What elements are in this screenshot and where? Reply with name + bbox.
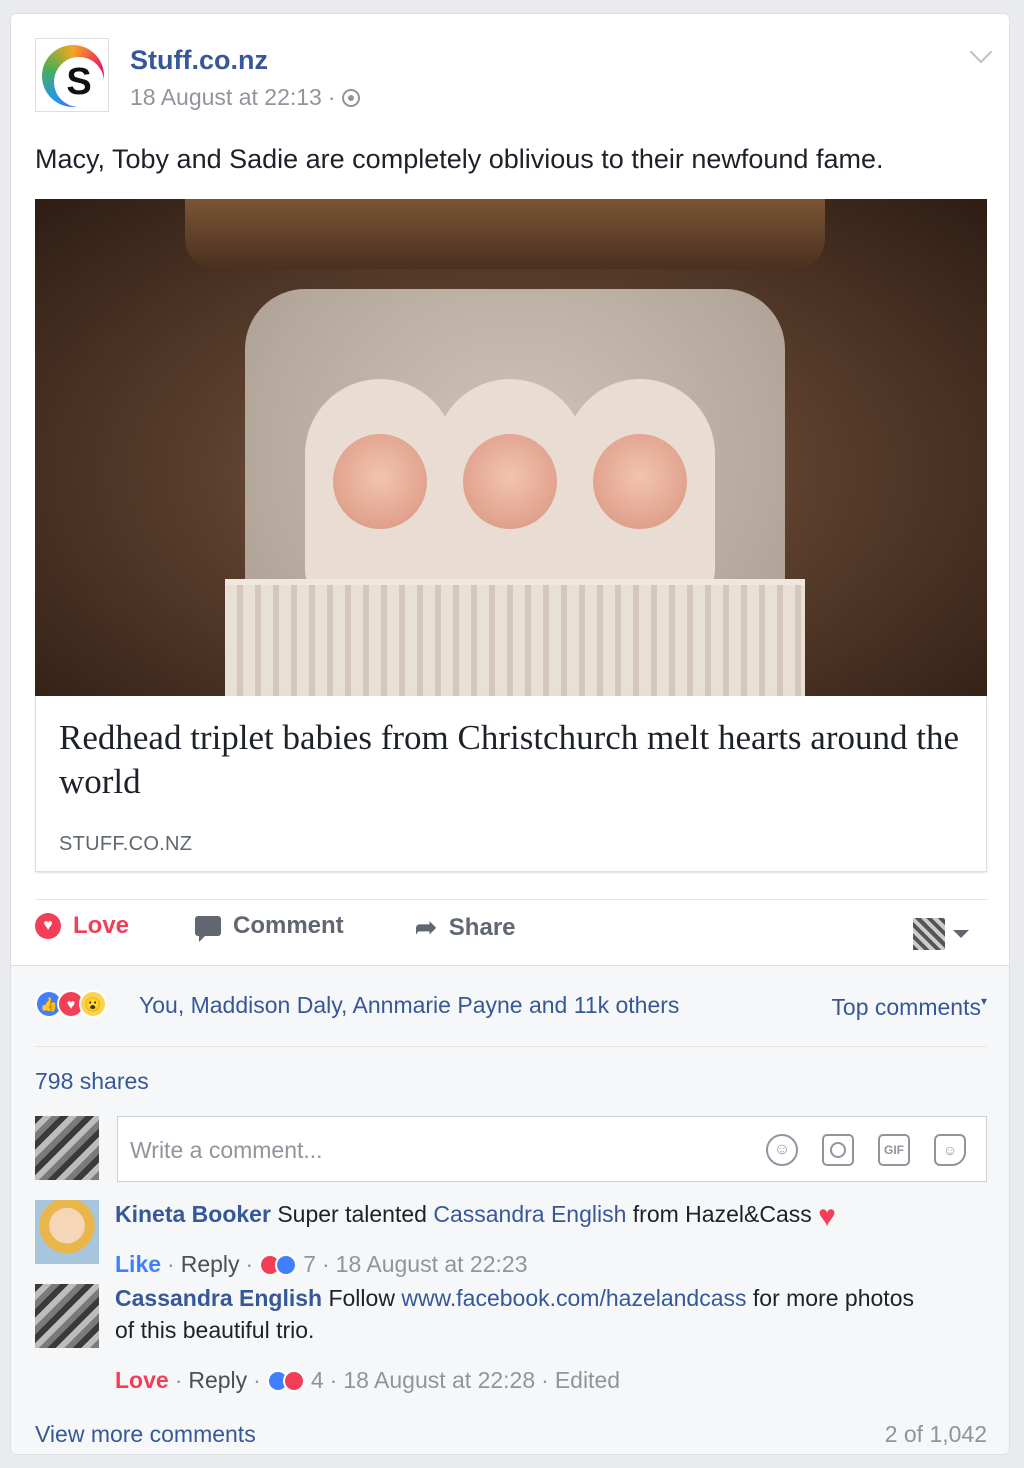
baby-right bbox=[565, 379, 715, 609]
comment-composer[interactable]: ☺ GIF ☺ bbox=[117, 1116, 987, 1182]
page-name[interactable]: Stuff.co.nz bbox=[130, 45, 268, 76]
comment-button[interactable]: Comment bbox=[195, 912, 344, 942]
comment-body: Cassandra English Follow www.facebook.co… bbox=[115, 1282, 935, 1346]
commenter-avatar[interactable] bbox=[35, 1284, 99, 1348]
link-title[interactable]: Redhead triplet babies from Christchurch… bbox=[59, 716, 959, 804]
baby-face bbox=[333, 434, 427, 529]
action-bar: Love Comment ➦ Share bbox=[35, 900, 987, 960]
comment-time[interactable]: 18 August at 22:28 bbox=[343, 1367, 535, 1394]
comment-link[interactable]: www.facebook.com/hazelandcass bbox=[401, 1285, 746, 1311]
comment-reply-link[interactable]: Reply bbox=[188, 1367, 247, 1394]
divider bbox=[35, 1046, 987, 1047]
love-label: Love bbox=[73, 912, 130, 939]
comment-input[interactable] bbox=[128, 1127, 732, 1173]
comment-reaction-count: 7 bbox=[303, 1251, 316, 1277]
meta-separator: · bbox=[329, 1367, 338, 1393]
caret-down-icon bbox=[953, 930, 969, 938]
gif-icon[interactable]: GIF bbox=[878, 1134, 910, 1166]
comment-love-link[interactable]: Love bbox=[115, 1367, 169, 1394]
like-reaction-icon bbox=[275, 1253, 298, 1276]
sort-label: Top comments bbox=[831, 994, 981, 1020]
view-more-comments-link[interactable]: View more comments bbox=[35, 1421, 256, 1448]
post-timestamp[interactable]: 18 August at 22:13 bbox=[130, 84, 322, 111]
comment-label: Comment bbox=[233, 912, 344, 939]
share-arrow-icon: ➦ bbox=[415, 912, 437, 942]
share-label: Share bbox=[448, 913, 516, 941]
camera-icon[interactable] bbox=[822, 1134, 854, 1166]
meta-separator: · bbox=[253, 1367, 261, 1393]
link-preview[interactable]: Redhead triplet babies from Christchurch… bbox=[35, 696, 987, 872]
post-as-selector[interactable] bbox=[913, 918, 969, 950]
chevron-down-icon[interactable] bbox=[969, 40, 993, 64]
bed-headboard bbox=[185, 199, 825, 269]
love-button[interactable]: Love bbox=[35, 912, 129, 940]
comment-reactions[interactable] bbox=[266, 1369, 305, 1392]
comment-sort-dropdown[interactable]: Top comments▾ bbox=[831, 994, 987, 1021]
heart-icon bbox=[35, 913, 61, 939]
link-domain: STUFF.CO.NZ bbox=[59, 833, 193, 855]
comments-section: 👍 ♥ 😮 You, Maddison Daly, Annmarie Payne… bbox=[11, 965, 1009, 1454]
share-button[interactable]: ➦ Share bbox=[415, 912, 516, 943]
comment-author[interactable]: Kineta Booker bbox=[115, 1201, 271, 1227]
comment-text: Follow bbox=[322, 1285, 402, 1311]
comment-edited[interactable]: Edited bbox=[555, 1367, 620, 1394]
user-avatar[interactable] bbox=[35, 1116, 99, 1180]
comment-reply-link[interactable]: Reply bbox=[181, 1251, 240, 1278]
comment-body: Kineta Booker Super talented Cassandra E… bbox=[115, 1198, 935, 1233]
baby-face bbox=[593, 434, 687, 529]
viewer-avatar bbox=[913, 918, 945, 950]
comment-author[interactable]: Cassandra English bbox=[115, 1285, 322, 1311]
meta-separator: · bbox=[321, 1251, 330, 1277]
heart-emoji-icon: ♥ bbox=[818, 1200, 836, 1233]
comment-meta: Like · Reply · 7 · 18 August at 22:23 bbox=[115, 1251, 527, 1278]
meta-separator: · bbox=[541, 1367, 549, 1393]
logo-letter: S bbox=[54, 57, 104, 107]
comment-like-link[interactable]: Like bbox=[115, 1251, 161, 1278]
love-reaction-icon bbox=[282, 1369, 305, 1392]
page-avatar[interactable]: S bbox=[35, 38, 109, 112]
meta-separator: · bbox=[245, 1251, 254, 1277]
commenter-avatar[interactable] bbox=[35, 1200, 99, 1264]
shares-count[interactable]: 798 shares bbox=[35, 1068, 149, 1095]
knit-basket bbox=[225, 579, 805, 696]
comment-reactions[interactable] bbox=[259, 1253, 298, 1276]
comment-icon bbox=[195, 916, 221, 942]
comment-meta: Love · Reply · 4 · 18 August at 22:28 · … bbox=[115, 1367, 620, 1394]
reaction-icons[interactable]: 👍 ♥ 😮 bbox=[35, 990, 107, 1018]
baby-face bbox=[463, 434, 557, 529]
link-image[interactable] bbox=[35, 199, 987, 696]
meta-separator: · bbox=[167, 1251, 175, 1277]
logo-ring: S bbox=[42, 45, 104, 107]
globe-icon bbox=[341, 88, 360, 107]
comment-time[interactable]: 18 August at 22:23 bbox=[336, 1251, 528, 1278]
comment-text: Super talented bbox=[270, 1201, 434, 1227]
meta-separator: · bbox=[174, 1367, 183, 1393]
wow-reaction-icon: 😮 bbox=[79, 990, 107, 1018]
comment-reaction-count: 4 bbox=[310, 1367, 324, 1393]
comment-text: from Hazel&Cass bbox=[626, 1201, 819, 1227]
sort-caret-icon: ▾ bbox=[980, 994, 987, 1008]
sticker-icon[interactable]: ☺ bbox=[934, 1134, 966, 1166]
baby-middle bbox=[435, 379, 585, 609]
baby-left bbox=[305, 379, 455, 609]
reactions-summary[interactable]: You, Maddison Daly, Annmarie Payne and 1… bbox=[139, 992, 679, 1019]
comments-count: 2 of 1,042 bbox=[884, 1421, 987, 1447]
post-text: Macy, Toby and Sadie are completely obli… bbox=[35, 144, 884, 174]
post-meta: 18 August at 22:13 · bbox=[130, 84, 360, 111]
comment-mention[interactable]: Cassandra English bbox=[433, 1201, 626, 1227]
post-card: S Stuff.co.nz 18 August at 22:13 · Macy,… bbox=[10, 13, 1010, 1455]
meta-separator: · bbox=[327, 84, 336, 110]
emoji-icon[interactable]: ☺ bbox=[766, 1134, 798, 1166]
